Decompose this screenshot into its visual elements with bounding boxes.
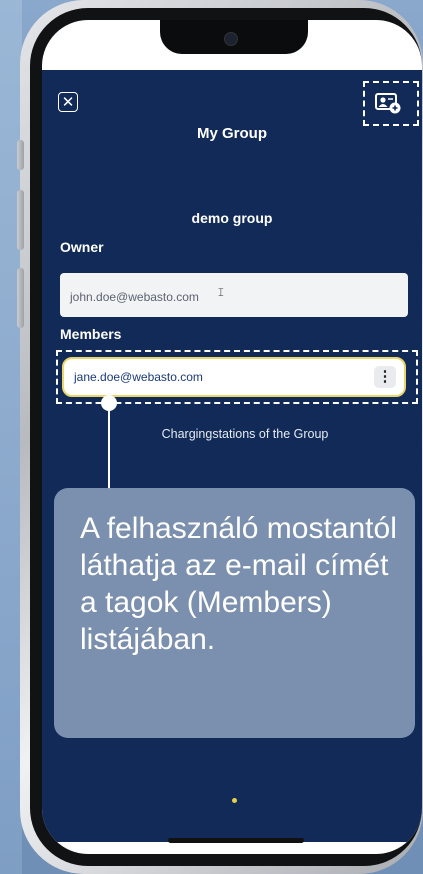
page-title: My Group: [197, 125, 267, 142]
close-button[interactable]: ✕: [58, 92, 78, 112]
home-indicator: [168, 838, 304, 843]
members-label: Members: [60, 326, 122, 342]
phone-volume-up-button: [17, 190, 24, 250]
chargingstations-label: Chargingstations of the Group: [161, 427, 329, 441]
owner-label: Owner: [60, 239, 104, 255]
callout-text: A felhasználó mostantól láthatja az e-ma…: [80, 512, 397, 656]
group-name: demo group: [191, 210, 273, 226]
owner-email: john.doe@webasto.com: [70, 290, 199, 304]
callout-box: A felhasználó mostantól láthatja az e-ma…: [54, 488, 415, 738]
close-icon: ✕: [61, 94, 75, 111]
callout-pointer-line: [108, 405, 110, 490]
phone-mute-switch: [17, 140, 24, 170]
background-stripe: [0, 0, 22, 874]
pager-dot: [232, 798, 237, 803]
phone-notch: [160, 20, 308, 54]
text-cursor-icon: 𝙸: [217, 287, 225, 299]
front-camera-icon: [224, 32, 238, 46]
add-member-highlight-frame: [363, 81, 419, 126]
owner-email-field: john.doe@webasto.com 𝙸: [60, 273, 408, 317]
phone-volume-down-button: [17, 268, 24, 328]
callout-pointer-dot: [101, 395, 117, 411]
